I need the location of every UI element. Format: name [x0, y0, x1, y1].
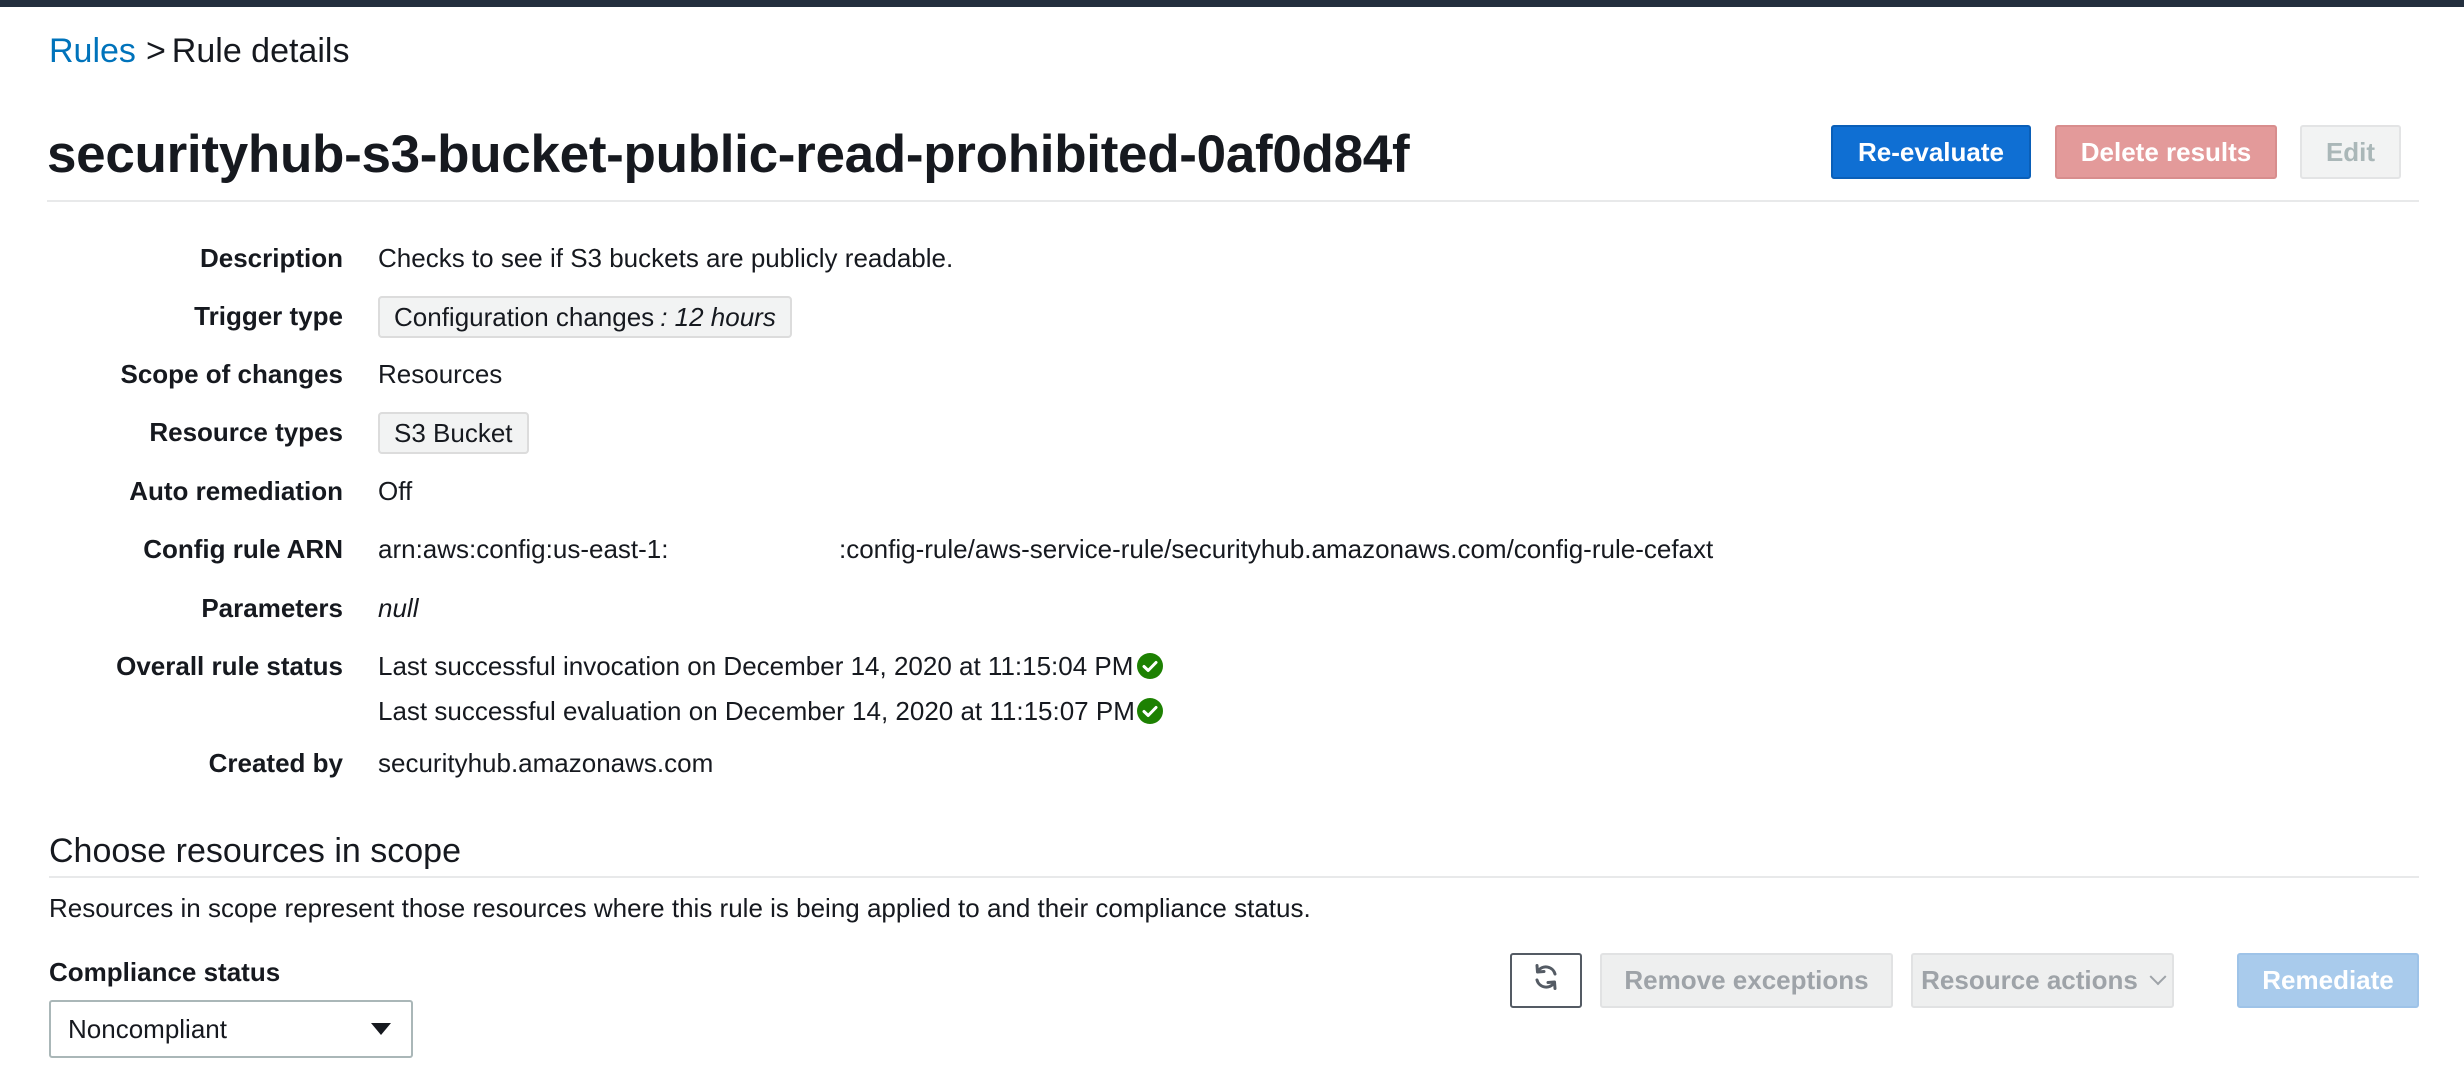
page-title: securityhub-s3-bucket-public-read-prohib… [47, 125, 1410, 184]
compliance-status-value: Noncompliant [68, 1013, 227, 1044]
evaluation-status: Last successful evaluation on December 1… [378, 696, 1135, 726]
refresh-button[interactable] [1510, 953, 1582, 1008]
created-by-label: Created by [208, 748, 343, 778]
parameters-label: Parameters [201, 593, 343, 623]
section-divider [49, 876, 2419, 878]
auto-remediation-value: Off [378, 476, 413, 506]
arn-suffix: :config-rule/aws-service-rule/securityhu… [839, 534, 1714, 564]
arn-prefix: arn:aws:config:us-east-1: [378, 534, 669, 564]
compliance-status-label: Compliance status [49, 957, 281, 987]
overall-status-label: Overall rule status [116, 651, 343, 681]
created-by-value: securityhub.amazonaws.com [378, 748, 714, 778]
auto-remediation-label: Auto remediation [129, 476, 343, 506]
resource-types-label: Resource types [149, 417, 343, 447]
invocation-status: Last successful invocation on December 1… [378, 651, 1134, 681]
refresh-icon [1531, 962, 1561, 999]
resource-type-tag: S3 Bucket [378, 412, 529, 454]
trigger-interval: : 12 hours [660, 301, 776, 332]
trigger-type-value: Configuration changes [394, 301, 655, 332]
chevron-down-icon [2149, 967, 2167, 985]
scope-value: Resources [378, 359, 503, 389]
trigger-type-tag: Configuration changes: 12 hours [378, 296, 792, 338]
reevaluate-button[interactable]: Re-evaluate [1831, 125, 2031, 179]
trigger-type-label: Trigger type [194, 301, 343, 331]
resource-type-value: S3 Bucket [394, 417, 513, 448]
breadcrumb-rules-link[interactable]: Rules [49, 32, 136, 70]
breadcrumb-separator: > [145, 32, 166, 70]
description-label: Description [199, 243, 343, 273]
compliance-status-select[interactable]: Noncompliant [49, 1000, 413, 1058]
check-circle-icon [1137, 698, 1163, 724]
delete-results-button[interactable]: Delete results [2055, 125, 2277, 179]
breadcrumb: Rules > Rule details [49, 32, 349, 71]
description-value: Checks to see if S3 buckets are publicly… [378, 243, 954, 273]
caret-down-icon [371, 1023, 391, 1035]
breadcrumb-current: Rule details [171, 32, 350, 70]
check-circle-icon [1137, 653, 1163, 679]
title-divider [47, 200, 2419, 202]
scope-label: Scope of changes [120, 359, 344, 389]
remediate-button[interactable]: Remediate [2237, 953, 2419, 1008]
section-title: Choose resources in scope [49, 832, 462, 870]
resource-actions-dropdown[interactable]: Resource actions [1911, 953, 2174, 1008]
resource-actions-label: Resource actions [1921, 965, 2138, 995]
edit-button[interactable]: Edit [2300, 125, 2401, 179]
arn-label: Config rule ARN [143, 534, 343, 564]
parameters-value: null [378, 593, 419, 623]
remove-exceptions-button[interactable]: Remove exceptions [1600, 953, 1893, 1008]
section-description: Resources in scope represent those resou… [49, 893, 1311, 923]
top-navigation-bar [0, 0, 2464, 7]
